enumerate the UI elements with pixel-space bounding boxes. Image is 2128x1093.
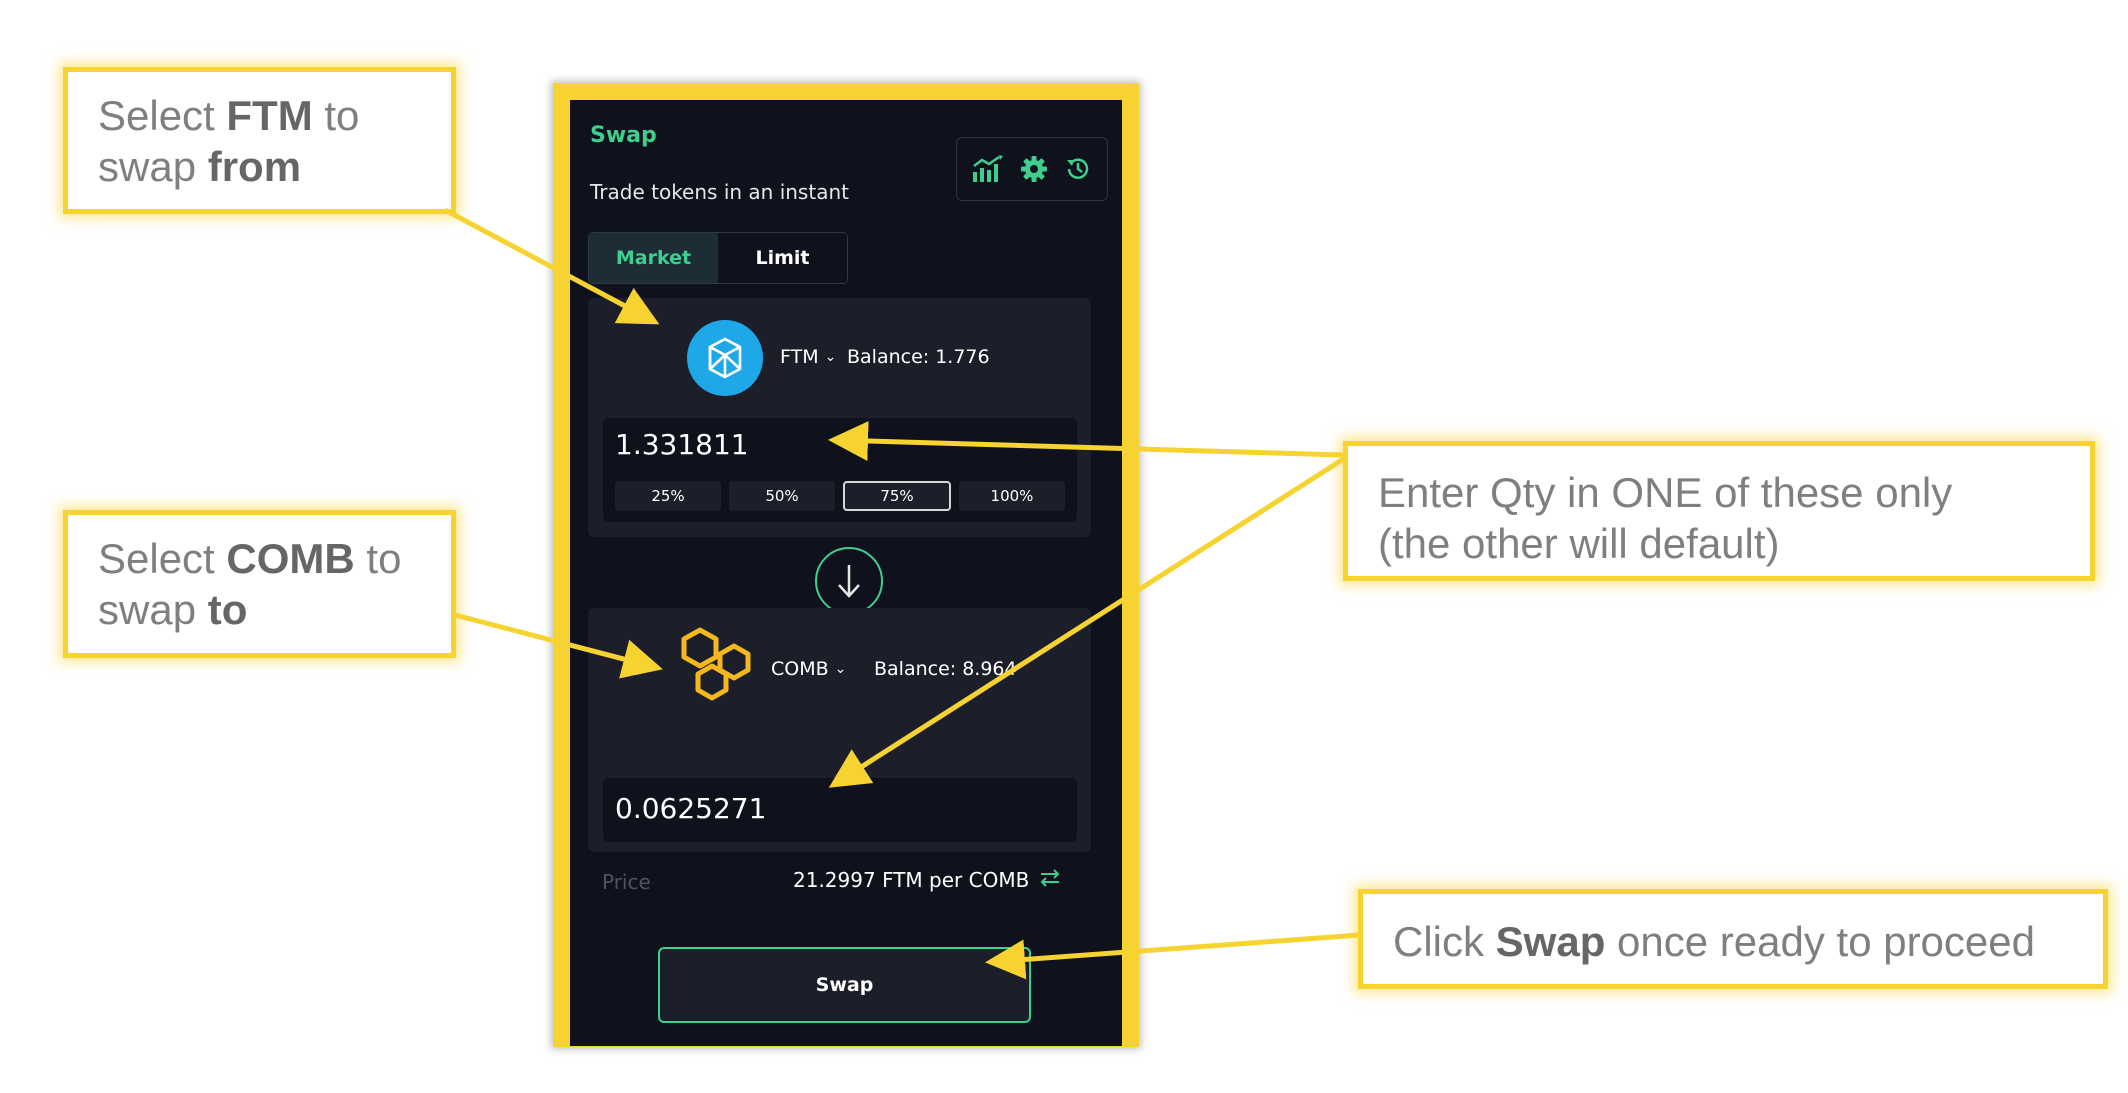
ftm-logo-icon [687, 320, 763, 396]
from-token-name: FTM [780, 346, 819, 368]
chevron-down-icon: ⌄ [824, 349, 837, 365]
to-token-selector[interactable]: COMB ⌄ [771, 658, 846, 680]
to-amount-box [603, 778, 1077, 842]
callout-bold: FTM [226, 92, 313, 139]
gear-icon[interactable] [1019, 154, 1049, 184]
percent-50-button[interactable]: 50% [729, 481, 835, 511]
from-token-selector[interactable]: FTM ⌄ [780, 346, 836, 368]
tab-limit[interactable]: Limit [718, 233, 847, 283]
callout-bold: to [207, 586, 248, 634]
tab-market[interactable]: Market [589, 233, 718, 283]
swap-subtitle: Trade tokens in an instant [590, 180, 849, 204]
from-balance: Balance: 1.776 [847, 346, 990, 368]
callout-select-ftm: Select FTM to swap from [63, 67, 456, 214]
percent-buttons: 25% 50% 75% 100% [615, 481, 1065, 511]
percent-100-button[interactable]: 100% [959, 481, 1065, 511]
callout-select-comb: Select COMB to swap to [63, 510, 456, 658]
chevron-down-icon: ⌄ [834, 661, 847, 677]
price-label: Price [602, 870, 651, 894]
callout-text: once ready to proceed [1605, 918, 2035, 965]
percent-75-button[interactable]: 75% [843, 481, 951, 511]
callout-text: (the other will default) [1378, 520, 1780, 568]
callout-text: swap [98, 586, 208, 634]
callout-text: Select [98, 92, 227, 139]
swap-title: Swap [590, 123, 657, 148]
callout-bold: from [207, 143, 302, 191]
callout-bold: Swap [1495, 918, 1606, 965]
history-icon[interactable] [1063, 154, 1093, 184]
to-balance: Balance: 8.964 [874, 658, 1017, 680]
to-amount-input[interactable] [615, 792, 1055, 825]
order-type-tabs: Market Limit [588, 232, 848, 284]
to-token-name: COMB [771, 658, 829, 680]
arrow-down-icon [838, 565, 860, 598]
chart-icon[interactable] [971, 154, 1005, 184]
price-value: 21.2997 FTM per COMB [793, 868, 1030, 892]
swap-panel-highlight: Swap Trade tokens in an instant Market L… [553, 83, 1139, 1047]
switch-direction-button[interactable] [815, 547, 883, 615]
swap-panel: Swap Trade tokens in an instant Market L… [570, 100, 1122, 1046]
callout-text: swap [98, 143, 208, 191]
price-row: 21.2997 FTM per COMB [793, 868, 1061, 892]
callout-text: to [354, 535, 402, 582]
to-token-card: COMB ⌄ Balance: 8.964 [588, 608, 1091, 852]
callout-text: Click [1393, 918, 1496, 965]
percent-25-button[interactable]: 25% [615, 481, 721, 511]
swap-rate-icon[interactable] [1039, 868, 1061, 892]
from-amount-box: 25% 50% 75% 100% [603, 418, 1077, 522]
swap-toolbar [956, 137, 1108, 201]
swap-button[interactable]: Swap [658, 947, 1031, 1023]
callout-bold: COMB [226, 535, 355, 582]
callout-click-swap: Click Swap once ready to proceed [1358, 889, 2108, 989]
callout-text: Select [98, 535, 227, 582]
comb-logo-icon [681, 627, 751, 701]
callout-text: Enter Qty in ONE of these only [1378, 469, 1953, 516]
callout-enter-qty: Enter Qty in ONE of these only (the othe… [1343, 441, 2095, 581]
from-token-card: FTM ⌄ Balance: 1.776 25% 50% 75% 100% [588, 298, 1091, 537]
callout-text: to [312, 92, 360, 139]
from-amount-input[interactable] [615, 428, 1055, 461]
